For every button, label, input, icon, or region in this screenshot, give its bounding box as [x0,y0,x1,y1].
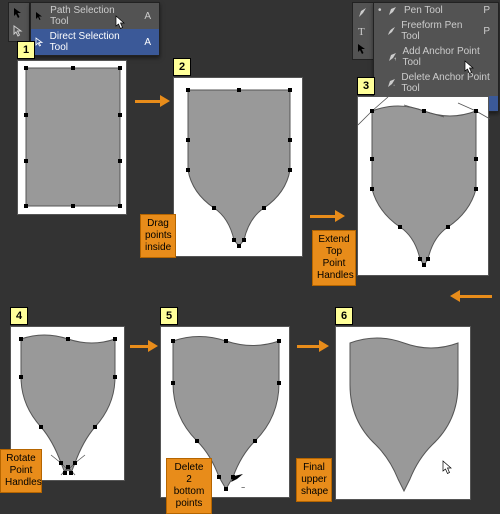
svg-text:T: T [358,26,365,37]
menu-label: Add Anchor Point Tool [402,46,490,68]
canvas-1 [17,60,127,215]
svg-text:+: + [394,57,397,62]
menu-label: Delete Anchor Point Tool [401,72,490,94]
step-badge-5: 5 [160,307,178,325]
type-icon[interactable]: T [355,23,371,39]
hotkey: P [473,5,490,16]
label-extend-handles: Extend Top Point Handles [312,230,356,286]
menu-label: Direct Selection Tool [50,31,129,53]
path-selection-icon[interactable] [11,5,27,21]
path-selection-icon[interactable] [355,41,371,57]
arrow-icon [297,340,329,352]
hotkey: A [134,11,151,22]
left-toolstrip [8,2,30,42]
menu-item-freeform-pen[interactable]: Freeform Pen Tool P [374,18,498,44]
step-badge-3: 3 [357,77,375,95]
step-badge-1: 1 [17,41,35,59]
right-toolstrip: T [352,2,374,60]
label-delete-points: Delete 2 bottom points [166,458,212,514]
menu-item-direct-selection[interactable]: Direct Selection Tool A [31,29,159,55]
step-badge-6: 6 [335,307,353,325]
menu-item-delete-anchor[interactable]: − Delete Anchor Point Tool [374,70,498,96]
arrow-icon [310,210,345,222]
direct-selection-icon[interactable] [11,23,27,39]
label-drag-points: Drag points inside [140,214,176,258]
hotkey: A [134,37,151,48]
path-tools-menu: Path Selection Tool A Direct Selection T… [30,2,160,56]
menu-item-pen[interactable]: • Pen Tool P [374,3,498,18]
arrow-icon [135,95,170,107]
menu-label: Path Selection Tool [50,5,128,27]
svg-text:−: − [241,485,245,492]
arrow-icon [450,290,492,302]
canvas-3 [357,96,489,276]
menu-label: Pen Tool [404,5,443,16]
menu-label: Freeform Pen Tool [401,20,467,42]
label-final-shape: Final upper shape [296,458,332,502]
step-badge-2: 2 [173,58,191,76]
pen-icon[interactable] [355,5,371,21]
svg-text:−: − [393,83,395,88]
step-badge-4: 4 [10,307,28,325]
menu-item-add-anchor[interactable]: + Add Anchor Point Tool [374,44,498,70]
canvas-6 [335,326,471,500]
hotkey: P [473,26,490,37]
canvas-2 [173,77,303,257]
label-rotate-handles: Rotate Point Handles [0,449,42,493]
menu-item-path-selection[interactable]: Path Selection Tool A [31,3,159,29]
arrow-icon [130,340,158,352]
